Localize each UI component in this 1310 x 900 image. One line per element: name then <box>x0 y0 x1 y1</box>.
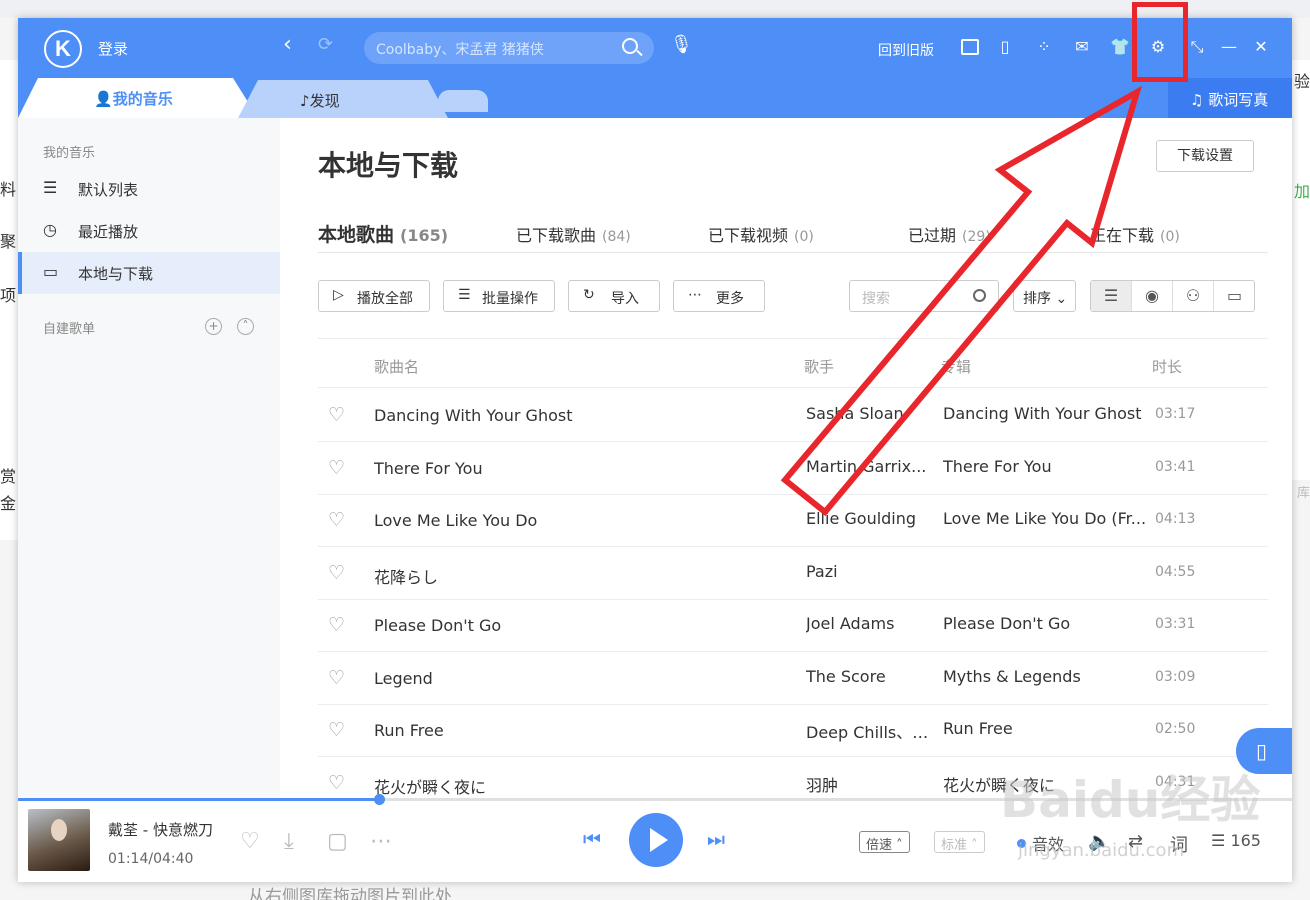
baidu-watermark-url: jingyan.baidu.com <box>1018 840 1185 861</box>
baidu-watermark: Baidu经验 <box>1000 771 1261 829</box>
